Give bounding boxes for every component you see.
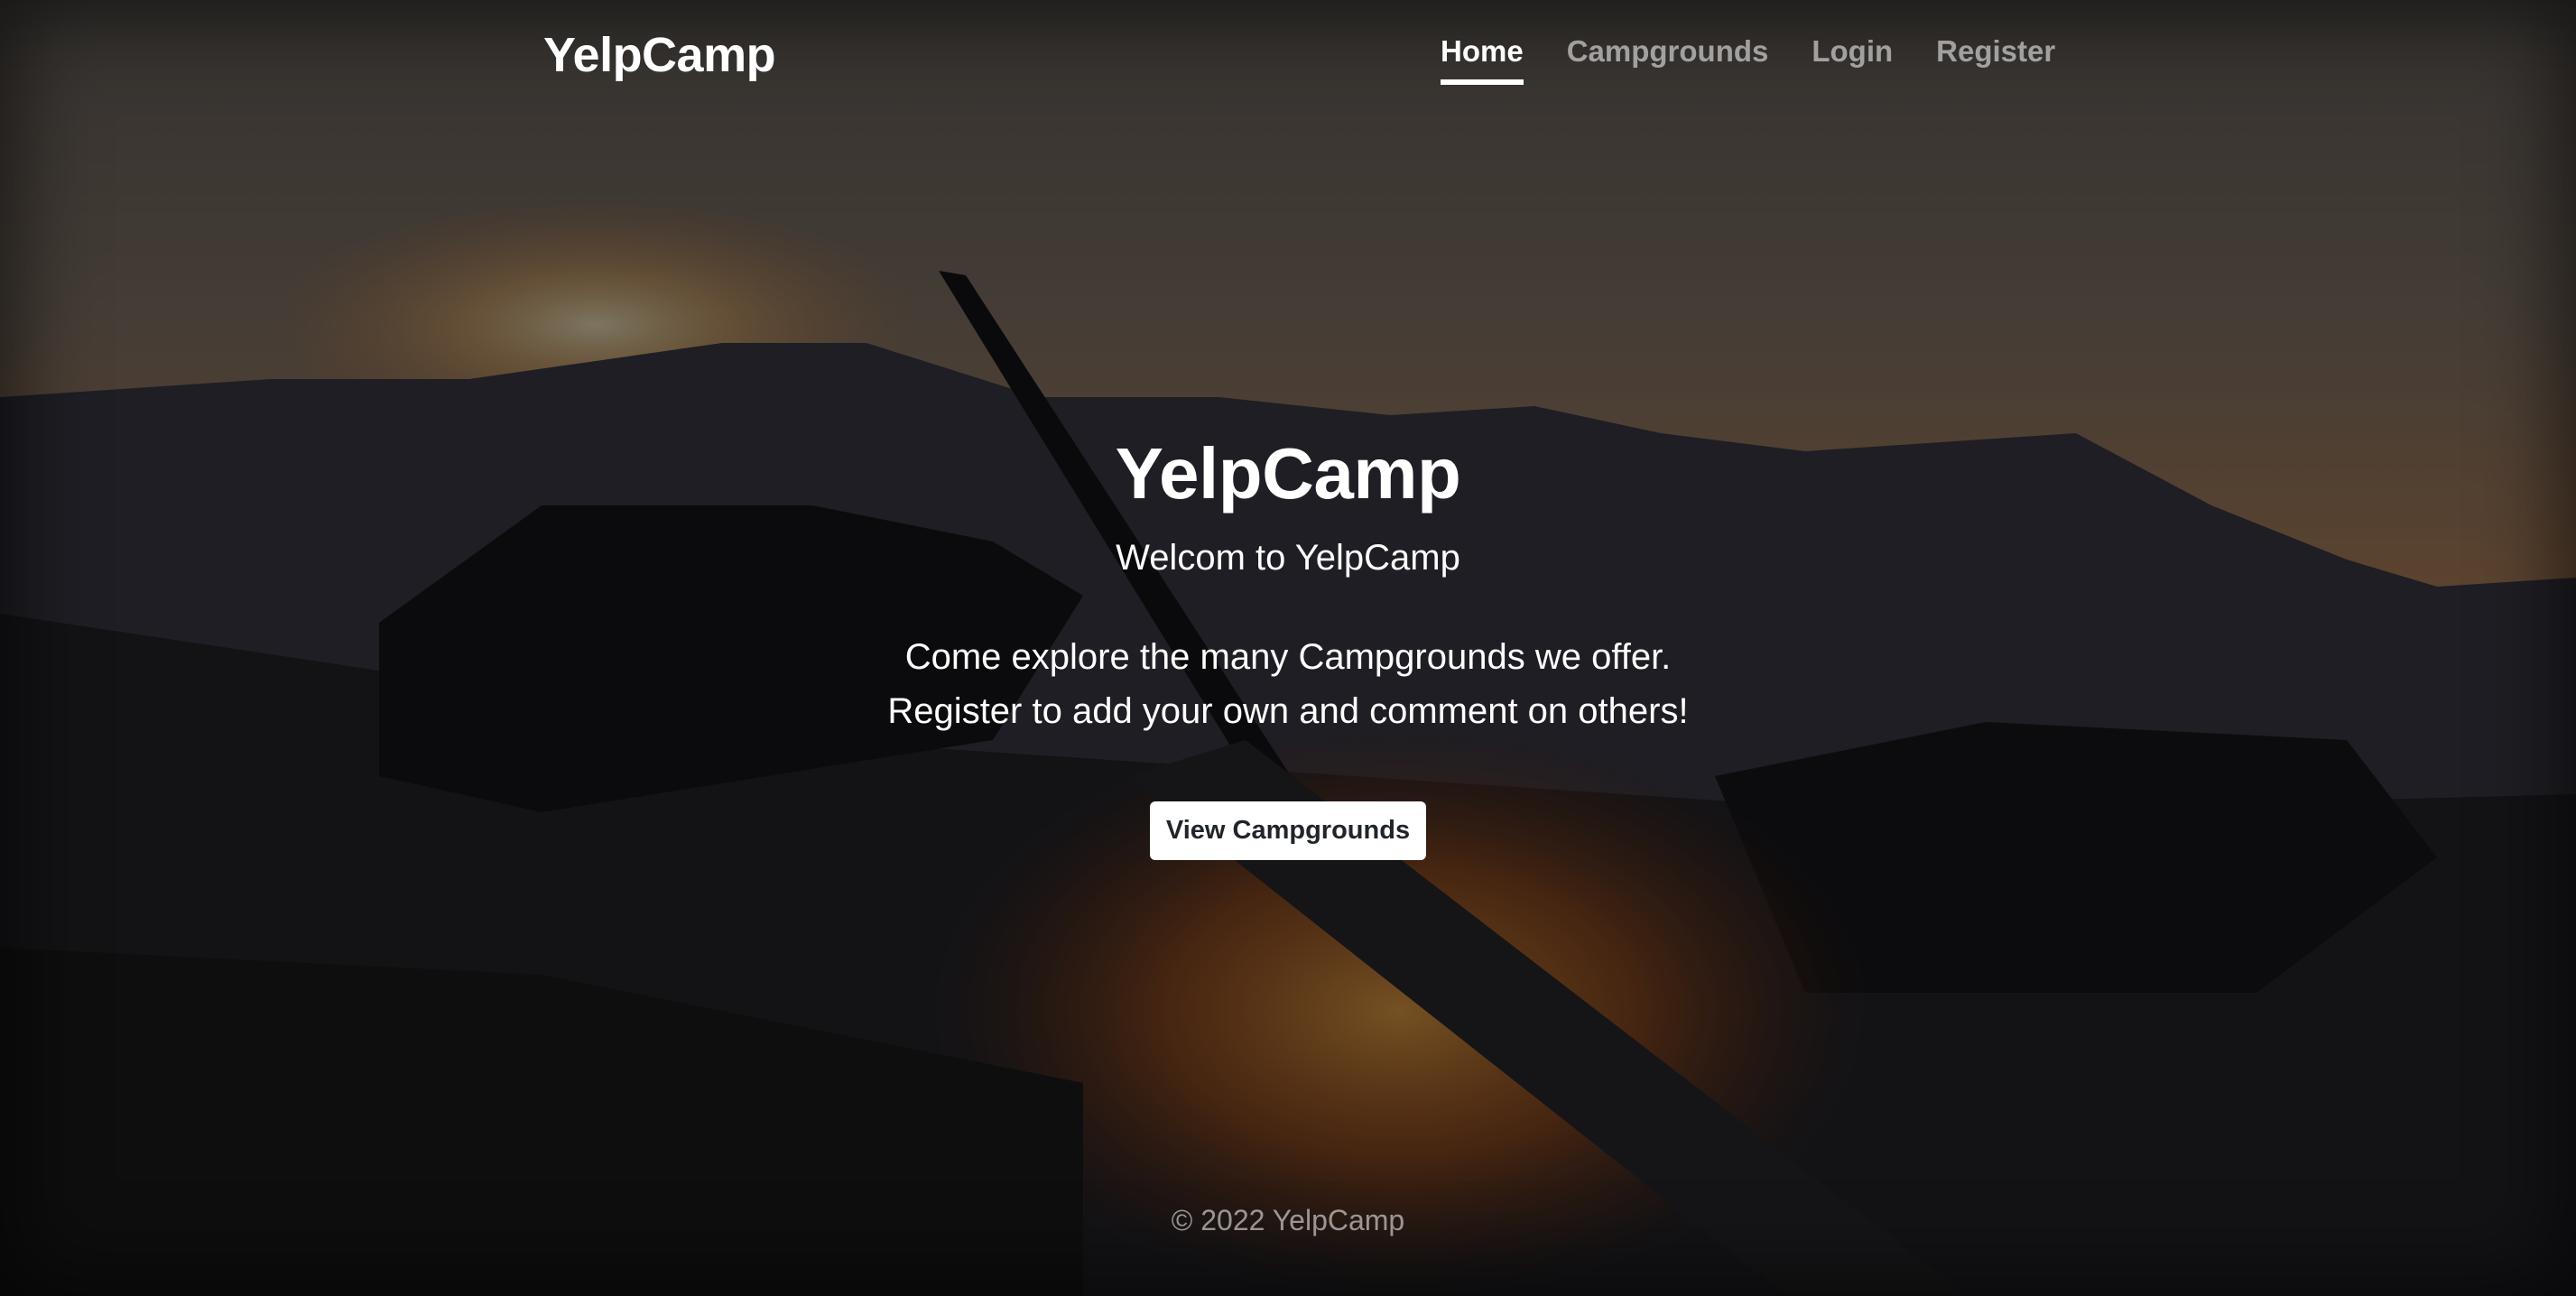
hero-description-line-1: Come explore the many Campgrounds we off… — [904, 637, 1672, 677]
hero-subtitle: Welcom to YelpCamp — [1116, 538, 1460, 578]
hero-content: YelpCamp Welcom to YelpCamp Come explore… — [0, 424, 2576, 860]
nav-link-home[interactable]: Home — [1441, 34, 1524, 85]
hero-title: YelpCamp — [1115, 433, 1461, 514]
navbar-brand[interactable]: YelpCamp — [543, 27, 776, 83]
navbar: Home Campgrounds Login Register — [1441, 34, 2055, 85]
footer-copyright: © 2022 YelpCamp — [1171, 1204, 1405, 1236]
nav-link-register[interactable]: Register — [1936, 34, 2055, 85]
nav-link-campgrounds[interactable]: Campgrounds — [1567, 34, 1769, 85]
hero-description-line-2: Register to add your own and comment on … — [887, 691, 1689, 731]
view-campgrounds-button[interactable]: View Campgrounds — [1149, 801, 1427, 860]
hero-description: Come explore the many Campgrounds we off… — [0, 630, 2576, 738]
landing-page: YelpCamp Home Campgrounds Login Register… — [0, 0, 2576, 1296]
nav-link-login[interactable]: Login — [1812, 34, 1893, 85]
